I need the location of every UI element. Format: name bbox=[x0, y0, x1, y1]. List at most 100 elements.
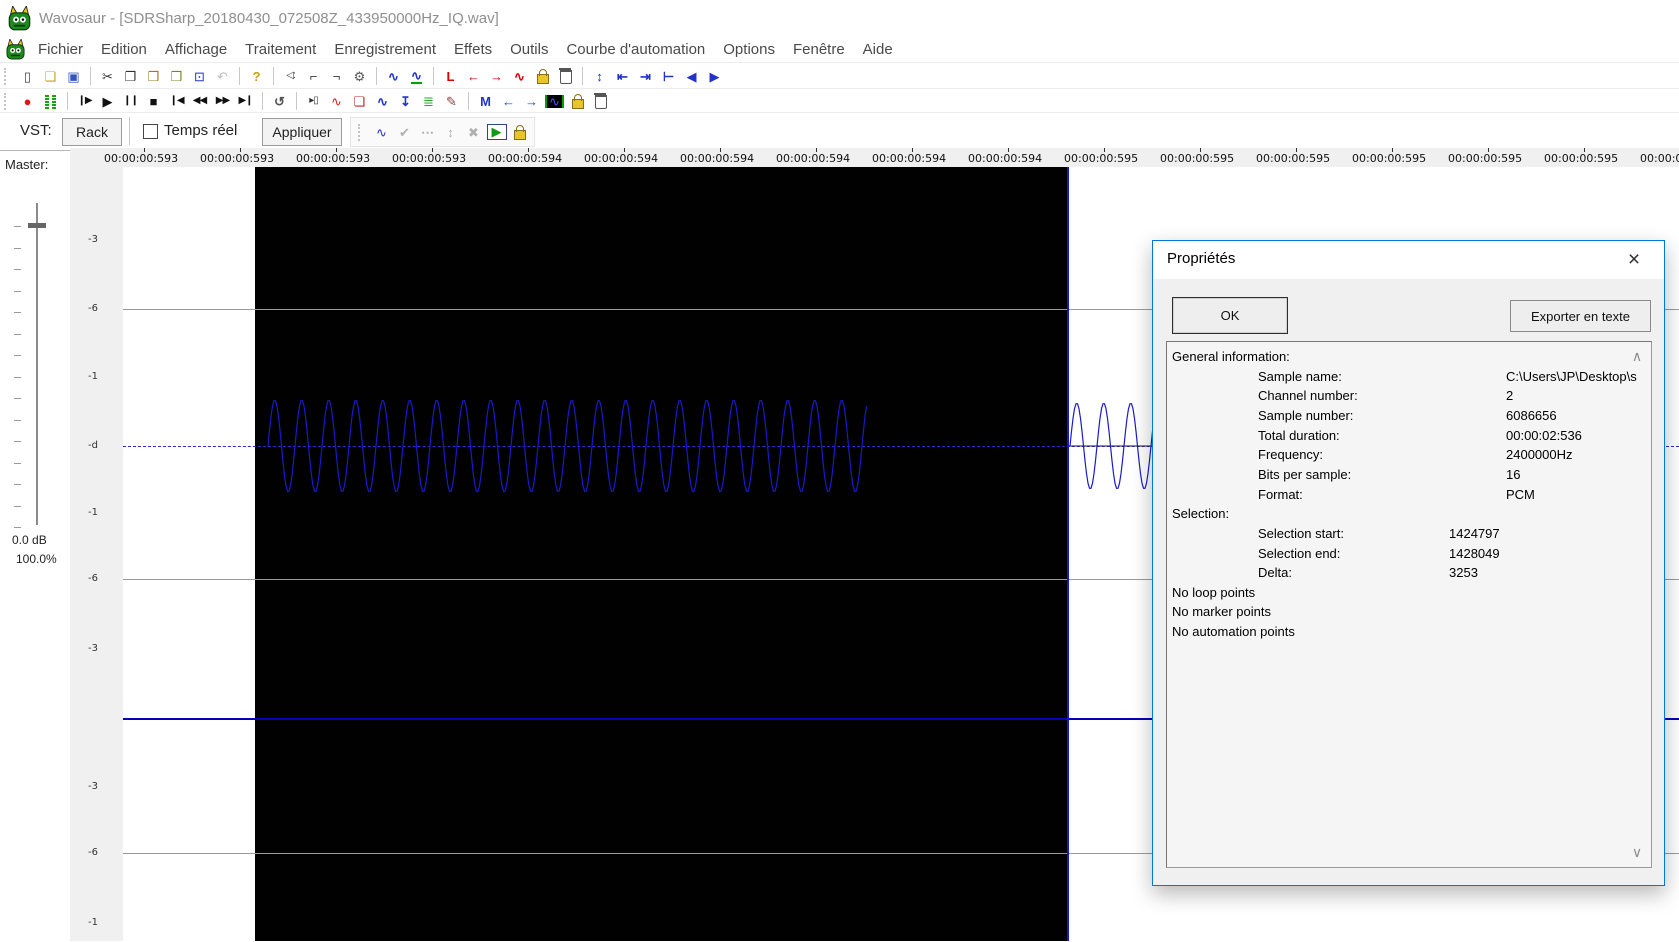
scroll-up-icon[interactable]: ∧ bbox=[1623, 348, 1651, 365]
timeline-ruler[interactable]: 00:00:00:593 00:00:00:593 00:00:00:593 00:0… bbox=[70, 148, 1679, 168]
ok-button[interactable]: OK bbox=[1172, 297, 1288, 334]
window-title: Wavosaur - [SDRSharp_20180430_072508Z_43… bbox=[39, 9, 499, 27]
help-icon[interactable]: ? bbox=[245, 65, 268, 87]
marker-wave-icon[interactable]: ∿ bbox=[543, 90, 566, 112]
resample-icon[interactable]: ∿ bbox=[371, 90, 394, 112]
marker-next-icon[interactable]: → bbox=[520, 90, 543, 112]
toolbar-drag-handle[interactable] bbox=[358, 123, 365, 141]
master-tick bbox=[14, 247, 21, 249]
open-file-icon[interactable]: ❏ bbox=[39, 65, 62, 87]
pencil-icon[interactable]: ✎ bbox=[440, 90, 463, 112]
copy-icon[interactable]: ❐ bbox=[119, 65, 142, 87]
lock2-icon[interactable] bbox=[566, 90, 589, 112]
timeline-tick bbox=[144, 148, 145, 152]
new-file-icon[interactable]: ▯ bbox=[16, 65, 39, 87]
property-label: Format: bbox=[1258, 486, 1303, 502]
close-icon[interactable]: × bbox=[1620, 246, 1648, 274]
speaker-icon[interactable]: ◁: bbox=[279, 65, 302, 87]
play-icon[interactable]: ▶ bbox=[96, 90, 119, 112]
marker-m-icon[interactable]: M bbox=[474, 90, 497, 112]
dialog-title-bar[interactable]: Propriétés × bbox=[1153, 241, 1664, 279]
selection-region[interactable] bbox=[255, 167, 1067, 941]
zoom-sel-left-icon[interactable]: ⇤ bbox=[611, 65, 634, 87]
preview-play-icon[interactable]: ▶ bbox=[485, 121, 508, 143]
go-start-icon[interactable]: ❙◀ bbox=[165, 90, 188, 112]
zoom-marker-icon[interactable]: ⊢ bbox=[657, 65, 680, 87]
zoom-wave-icon[interactable]: ∿ bbox=[382, 65, 405, 87]
save-icon[interactable]: ▣ bbox=[62, 65, 85, 87]
insert-silence-icon[interactable]: ⌐ bbox=[302, 65, 325, 87]
list-scrollbar[interactable]: ∧ ∨ bbox=[1623, 342, 1651, 867]
zoom-vertical-icon[interactable]: ↕ bbox=[588, 65, 611, 87]
toolbar-drag-handle[interactable] bbox=[4, 92, 11, 110]
lock3-icon[interactable] bbox=[508, 121, 531, 143]
property-value: 00:00:02:536 bbox=[1506, 427, 1582, 443]
connector-icon[interactable]: ¬ bbox=[325, 65, 348, 87]
undo-icon[interactable]: ↶ bbox=[211, 65, 234, 87]
timeline-tick bbox=[1296, 148, 1297, 152]
menu-aide[interactable]: Aide bbox=[854, 39, 902, 60]
paste-icon[interactable]: ❒ bbox=[142, 65, 165, 87]
loop-mode-icon[interactable]: ↺ bbox=[268, 90, 291, 112]
menu-fen-tre[interactable]: Fenêtre bbox=[784, 39, 854, 60]
trim-selection-icon[interactable]: ⊡ bbox=[188, 65, 211, 87]
menu-options[interactable]: Options bbox=[714, 39, 784, 60]
level-meter-icon[interactable] bbox=[39, 90, 62, 112]
menu-outils[interactable]: Outils bbox=[501, 39, 557, 60]
points-icon[interactable]: ⋯ bbox=[416, 121, 439, 143]
paste-special-icon[interactable]: ❒ bbox=[165, 65, 188, 87]
document-app-icon[interactable] bbox=[6, 38, 25, 60]
statistics-icon[interactable]: ∿ bbox=[325, 90, 348, 112]
master-tick bbox=[14, 355, 21, 356]
cut-icon[interactable]: ✂ bbox=[96, 65, 119, 87]
wave-selection-icon[interactable]: ∿ bbox=[405, 65, 428, 87]
scale-vertical-icon[interactable]: ↕ bbox=[439, 121, 462, 143]
batch-list-icon[interactable]: ≣ bbox=[417, 90, 440, 112]
pause-icon[interactable]: ❙❙ bbox=[119, 90, 142, 112]
timeline-tick bbox=[816, 148, 817, 152]
scroll-down-icon[interactable]: ∨ bbox=[1623, 844, 1651, 861]
next-transient-icon[interactable]: ▶ bbox=[703, 65, 726, 87]
delete-points-icon[interactable]: ✖ bbox=[462, 121, 485, 143]
automation-curve-icon[interactable]: ∿ bbox=[370, 121, 393, 143]
export-text-button[interactable]: Exporter en texte bbox=[1510, 300, 1651, 332]
toolbar-drag-handle[interactable] bbox=[4, 67, 11, 85]
master-volume-slider[interactable] bbox=[36, 203, 38, 525]
stop-icon[interactable]: ■ bbox=[142, 90, 165, 112]
menu-enregistrement[interactable]: Enregistrement bbox=[325, 39, 445, 60]
menu-courbe-d-automation[interactable]: Courbe d'automation bbox=[557, 39, 714, 60]
property-label: Total duration: bbox=[1258, 427, 1340, 443]
insert-file-icon[interactable]: ▸▯ bbox=[302, 90, 325, 112]
menu-affichage[interactable]: Affichage bbox=[156, 39, 236, 60]
vst-rack-button[interactable]: Rack bbox=[62, 118, 122, 146]
go-end-icon[interactable]: ▶❙ bbox=[234, 90, 257, 112]
text-report-icon[interactable]: ❏ bbox=[348, 90, 371, 112]
forward-icon[interactable]: ▶▶ bbox=[211, 90, 234, 112]
timeline-tick bbox=[1392, 148, 1393, 152]
loop-start-icon[interactable]: L bbox=[439, 65, 462, 87]
marker-prev-icon[interactable]: ← bbox=[497, 90, 520, 112]
prev-transient-icon[interactable]: ◀ bbox=[680, 65, 703, 87]
rewind-icon[interactable]: ◀◀ bbox=[188, 90, 211, 112]
normalize-icon[interactable]: ↧ bbox=[394, 90, 417, 112]
menu-fichier[interactable]: Fichier bbox=[29, 39, 92, 60]
settings-wrench-icon[interactable]: ⚙ bbox=[348, 65, 371, 87]
zoom-sel-right-icon[interactable]: ⇥ bbox=[634, 65, 657, 87]
lock-icon[interactable] bbox=[531, 65, 554, 87]
marker-left-icon[interactable]: ← bbox=[462, 65, 485, 87]
play-from-cursor-icon[interactable]: ❙▶ bbox=[73, 90, 96, 112]
master-slider-handle[interactable] bbox=[28, 223, 46, 228]
realtime-checkbox[interactable] bbox=[143, 124, 158, 139]
menu-effets[interactable]: Effets bbox=[445, 39, 501, 60]
menu-edition[interactable]: Edition bbox=[92, 39, 156, 60]
wave-markers-icon[interactable]: ∿ bbox=[508, 65, 531, 87]
timeline-label: 00:00:00:594 bbox=[872, 152, 947, 165]
apply-points-icon[interactable]: ✔ bbox=[393, 121, 416, 143]
trash2-icon[interactable] bbox=[589, 90, 612, 112]
record-icon[interactable]: ● bbox=[16, 90, 39, 112]
selection-edge-cursor[interactable] bbox=[1067, 167, 1069, 941]
marker-right-icon[interactable]: → bbox=[485, 65, 508, 87]
trash-icon[interactable] bbox=[554, 65, 577, 87]
apply-button[interactable]: Appliquer bbox=[262, 118, 342, 146]
menu-traitement[interactable]: Traitement bbox=[236, 39, 325, 60]
